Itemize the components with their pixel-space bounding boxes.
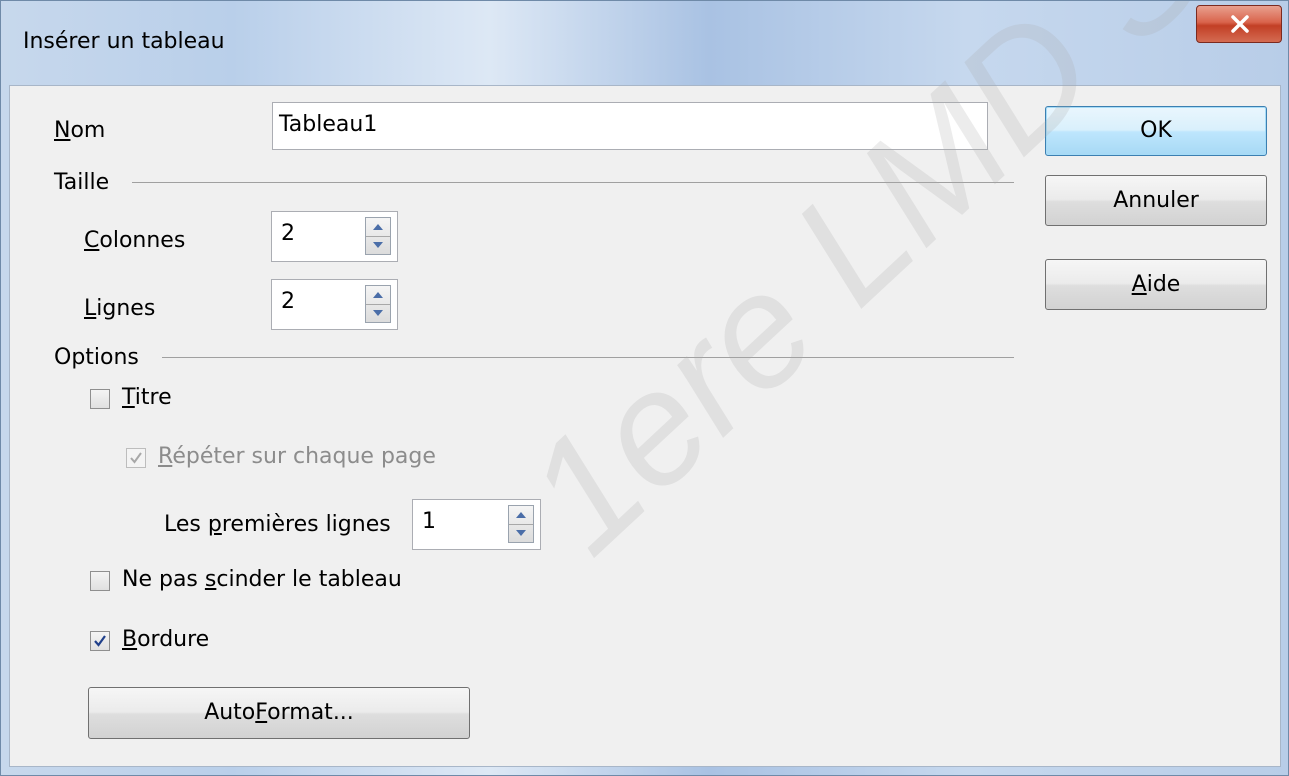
insert-table-dialog: Insérer un tableau Nom Tableau1 Taille C…: [0, 0, 1289, 776]
first-rows-label: Les premières lignes: [164, 512, 391, 537]
size-section-heading: Taille: [54, 170, 110, 195]
dialog-body: Nom Tableau1 Taille Colonnes 2 Lignes 2 …: [9, 85, 1281, 767]
spin-down-icon: [516, 530, 526, 536]
border-checkbox[interactable]: [90, 631, 110, 651]
columns-spinbox[interactable]: 2: [271, 211, 398, 262]
rows-label: Lignes: [84, 296, 156, 321]
table-name-input[interactable]: Tableau1: [272, 102, 988, 150]
help-button[interactable]: Aide: [1045, 259, 1267, 310]
size-separator: [132, 182, 1014, 183]
close-button[interactable]: [1196, 5, 1282, 43]
columns-spin-buttons[interactable]: [365, 217, 391, 255]
no-split-label: Ne pas scinder le tableau: [122, 567, 402, 592]
spin-up-icon: [516, 512, 526, 518]
first-rows-spinbox[interactable]: 1: [412, 499, 541, 550]
rows-spinbox[interactable]: 2: [271, 279, 398, 330]
options-section-heading: Options: [54, 345, 139, 370]
checkmark-icon: [94, 635, 106, 647]
close-icon: [1231, 15, 1249, 33]
dialog-title: Insérer un tableau: [23, 29, 225, 54]
no-split-checkbox[interactable]: [90, 571, 110, 591]
title-checkbox-label: Titre: [122, 385, 172, 410]
spin-up-icon: [373, 224, 383, 230]
first-rows-value: 1: [422, 509, 436, 534]
first-rows-spin-buttons[interactable]: [508, 505, 534, 543]
cancel-button[interactable]: Annuler: [1045, 175, 1267, 226]
options-separator: [162, 357, 1014, 358]
repeat-heading-checkbox[interactable]: [126, 448, 146, 468]
columns-value: 2: [281, 221, 295, 246]
spin-up-icon: [373, 292, 383, 298]
spin-down-icon: [373, 310, 383, 316]
title-bar[interactable]: Insérer un tableau: [1, 1, 1288, 85]
border-label: Bordure: [122, 627, 210, 652]
repeat-heading-label: Répéter sur chaque page: [158, 444, 436, 469]
name-label: Nom: [54, 118, 106, 143]
ok-button[interactable]: OK: [1045, 106, 1267, 156]
columns-label: Colonnes: [84, 228, 186, 253]
spin-down-icon: [373, 242, 383, 248]
rows-value: 2: [281, 289, 295, 314]
title-checkbox[interactable]: [90, 389, 110, 409]
rows-spin-buttons[interactable]: [365, 285, 391, 323]
autoformat-button[interactable]: AutoFormat...: [88, 687, 470, 739]
checkmark-icon: [130, 452, 142, 464]
